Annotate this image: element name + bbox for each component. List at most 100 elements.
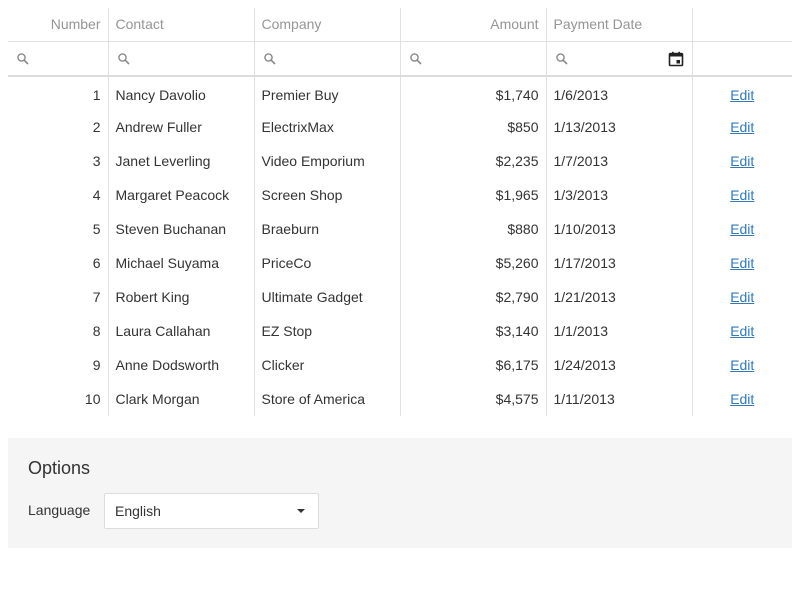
cell-contact: Nancy Davolio xyxy=(108,76,255,110)
edit-link[interactable]: Edit xyxy=(730,87,754,103)
cell-company: Premier Buy xyxy=(254,76,401,110)
edit-link[interactable]: Edit xyxy=(730,221,754,237)
cell-company: Clicker xyxy=(254,348,401,382)
cell-contact: Laura Callahan xyxy=(108,314,255,348)
cell-number: 1 xyxy=(8,76,109,110)
cell-contact: Andrew Fuller xyxy=(108,110,255,144)
search-icon xyxy=(409,52,422,65)
cell-actions: Edit xyxy=(692,280,792,314)
cell-contact: Clark Morgan xyxy=(108,382,255,416)
cell-payment-date: 1/6/2013 xyxy=(546,76,693,110)
cell-contact: Anne Dodsworth xyxy=(108,348,255,382)
cell-company: Video Emporium xyxy=(254,144,401,178)
cell-amount: $2,790 xyxy=(400,280,547,314)
search-icon xyxy=(555,52,568,65)
cell-actions: Edit xyxy=(692,110,792,144)
cell-payment-date: 1/24/2013 xyxy=(546,348,693,382)
search-icon xyxy=(117,52,130,65)
table-row[interactable]: 8 Laura Callahan EZ Stop $3,140 1/1/2013 Edit xyxy=(8,314,792,348)
cell-contact: Margaret Peacock xyxy=(108,178,255,212)
cell-number: 9 xyxy=(8,348,109,382)
cell-contact: Robert King xyxy=(108,280,255,314)
dropdown-caret-icon xyxy=(297,509,305,513)
grid-table: Number Contact Company Amount Payment Da… xyxy=(8,8,792,416)
cell-number: 7 xyxy=(8,280,109,314)
cell-payment-date: 1/7/2013 xyxy=(546,144,693,178)
table-row[interactable]: 7 Robert King Ultimate Gadget $2,790 1/21/20… xyxy=(8,280,792,314)
cell-actions: Edit xyxy=(692,314,792,348)
cell-company: Store of America xyxy=(254,382,401,416)
filter-cell-actions xyxy=(692,41,792,77)
column-header-company[interactable]: Company xyxy=(254,8,401,42)
cell-number: 4 xyxy=(8,178,109,212)
cell-amount: $1,965 xyxy=(400,178,547,212)
cell-amount: $850 xyxy=(400,110,547,144)
table-row[interactable]: 2 Andrew Fuller ElectrixMax $850 1/13/2013 Ed… xyxy=(8,110,792,144)
cell-amount: $1,740 xyxy=(400,76,547,110)
cell-company: ElectrixMax xyxy=(254,110,401,144)
edit-link[interactable]: Edit xyxy=(730,153,754,169)
column-header-payment-date[interactable]: Payment Date xyxy=(546,8,693,42)
search-icon xyxy=(17,52,29,65)
cell-contact: Michael Suyama xyxy=(108,246,255,280)
cell-number: 5 xyxy=(8,212,109,246)
cell-actions: Edit xyxy=(692,76,792,110)
table-row[interactable]: 5 Steven Buchanan Braeburn $880 1/10/2013 Edi… xyxy=(8,212,792,246)
cell-number: 2 xyxy=(8,110,109,144)
cell-contact: Janet Leverling xyxy=(108,144,255,178)
filter-cell-company xyxy=(254,41,401,77)
cell-number: 3 xyxy=(8,144,109,178)
language-row: Language English xyxy=(28,491,772,529)
cell-payment-date: 1/10/2013 xyxy=(546,212,693,246)
column-header-amount[interactable]: Amount xyxy=(400,8,547,42)
column-header-number[interactable]: Number xyxy=(8,8,109,42)
cell-company: EZ Stop xyxy=(254,314,401,348)
table-row[interactable]: 4 Margaret Peacock Screen Shop $1,965 1/3/20… xyxy=(8,178,792,212)
cell-payment-date: 1/21/2013 xyxy=(546,280,693,314)
cell-amount: $3,140 xyxy=(400,314,547,348)
edit-link[interactable]: Edit xyxy=(730,391,754,407)
cell-payment-date: 1/13/2013 xyxy=(546,110,693,144)
cell-number: 6 xyxy=(8,246,109,280)
language-label: Language xyxy=(28,502,91,518)
cell-actions: Edit xyxy=(692,382,792,416)
cell-actions: Edit xyxy=(692,144,792,178)
table-row[interactable]: 10 Clark Morgan Store of America $4,575 1/11… xyxy=(8,382,792,416)
table-row[interactable]: 6 Michael Suyama PriceCo $5,260 1/17/2013 Edi… xyxy=(8,246,792,280)
cell-amount: $6,175 xyxy=(400,348,547,382)
cell-amount: $5,260 xyxy=(400,246,547,280)
edit-link[interactable]: Edit xyxy=(730,323,754,339)
edit-link[interactable]: Edit xyxy=(730,357,754,373)
filter-cell-amount xyxy=(400,41,547,77)
edit-link[interactable]: Edit xyxy=(730,119,754,135)
table-row[interactable]: 3 Janet Leverling Video Emporium $2,235 1/7/… xyxy=(8,144,792,178)
cell-company: PriceCo xyxy=(254,246,401,280)
edit-link[interactable]: Edit xyxy=(730,289,754,305)
filter-cell-contact xyxy=(108,41,255,77)
calendar-icon[interactable] xyxy=(668,51,684,67)
options-title: Options xyxy=(28,458,91,478)
table-row[interactable]: 1 Nancy Davolio Premier Buy $1,740 1/6/2013 E… xyxy=(8,76,792,110)
cell-payment-date: 1/1/2013 xyxy=(546,314,693,348)
cell-payment-date: 1/11/2013 xyxy=(546,382,693,416)
cell-amount: $4,575 xyxy=(400,382,547,416)
language-select[interactable]: English xyxy=(104,493,319,529)
cell-actions: Edit xyxy=(692,212,792,246)
language-select-value: English xyxy=(115,503,161,519)
edit-link[interactable]: Edit xyxy=(730,255,754,271)
column-header-contact[interactable]: Contact xyxy=(108,8,255,42)
cell-payment-date: 1/17/2013 xyxy=(546,246,693,280)
cell-company: Ultimate Gadget xyxy=(254,280,401,314)
edit-link[interactable]: Edit xyxy=(730,187,754,203)
cell-number: 8 xyxy=(8,314,109,348)
cell-contact: Steven Buchanan xyxy=(108,212,255,246)
grid-body: 1 Nancy Davolio Premier Buy $1,740 1/6/2013 E… xyxy=(8,76,792,416)
column-header-actions xyxy=(692,8,792,42)
cell-actions: Edit xyxy=(692,348,792,382)
header-row: Number Contact Company Amount Payment Da… xyxy=(8,8,792,42)
cell-actions: Edit xyxy=(692,246,792,280)
table-row[interactable]: 9 Anne Dodsworth Clicker $6,175 1/24/2013 Edi… xyxy=(8,348,792,382)
options-panel: Options Language English xyxy=(8,438,792,548)
cell-payment-date: 1/3/2013 xyxy=(546,178,693,212)
data-grid: Number Contact Company Amount Payment Da… xyxy=(8,8,792,416)
